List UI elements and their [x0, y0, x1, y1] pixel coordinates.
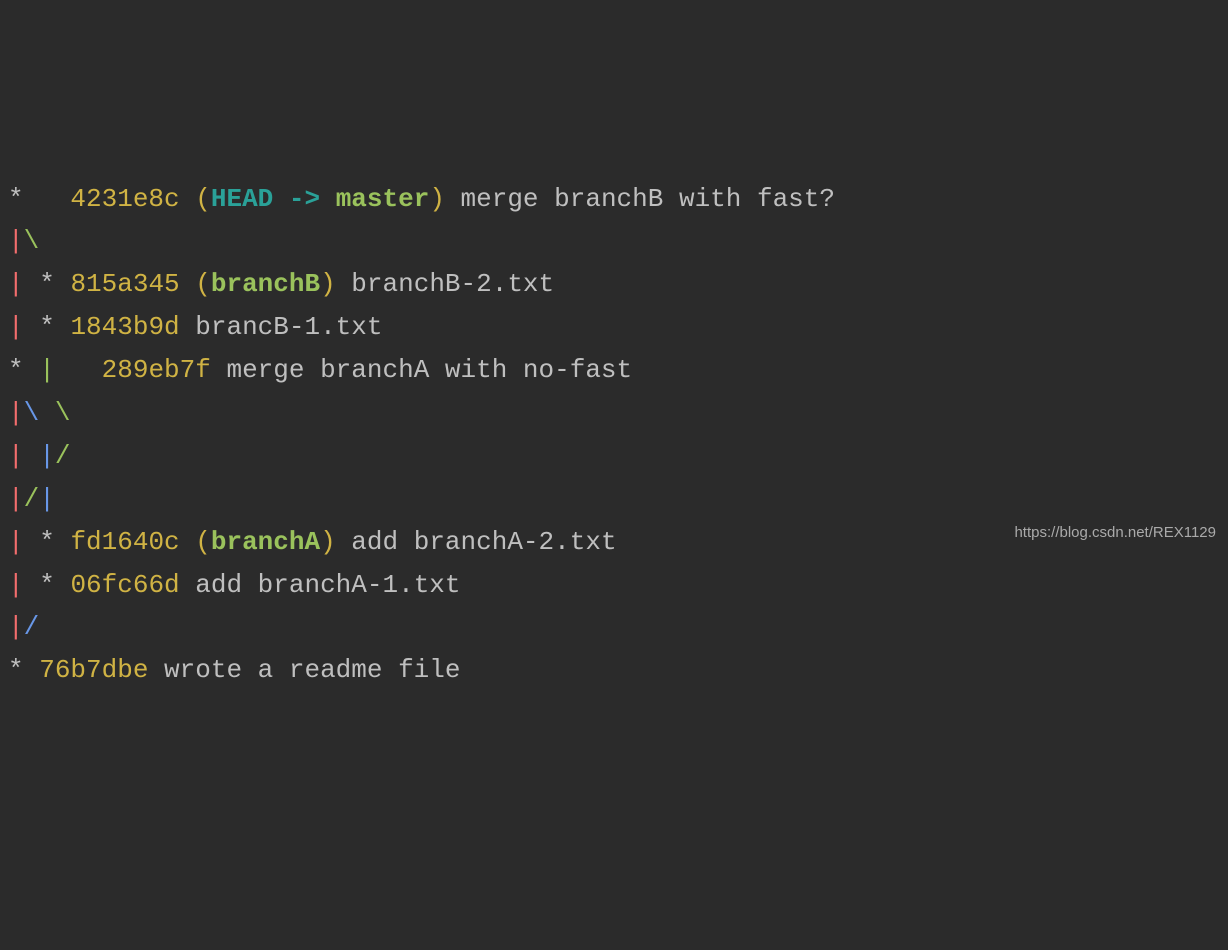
log-line: * 4231e8c (HEAD -> master) merge branchB…: [8, 178, 1228, 221]
log-segment: |: [8, 527, 39, 557]
log-segment: ): [320, 527, 336, 557]
log-line: |\ \: [8, 392, 1228, 435]
log-segment: |: [8, 570, 39, 600]
log-segment: |: [8, 269, 39, 299]
log-line: | * 06fc66d add branchA-1.txt: [8, 564, 1228, 607]
log-segment: /: [55, 441, 71, 471]
log-segment: HEAD ->: [211, 184, 336, 214]
log-segment: 289eb7f: [102, 355, 211, 385]
log-segment: 1843b9d: [70, 312, 179, 342]
log-segment: ): [429, 184, 445, 214]
log-segment: /: [24, 612, 40, 642]
log-segment: wrote a readme file: [148, 655, 460, 685]
log-segment: 4231e8c: [70, 184, 195, 214]
log-segment: |: [8, 612, 24, 642]
log-segment: merge branchB with fast?: [445, 184, 835, 214]
log-segment: 76b7dbe: [39, 655, 148, 685]
log-line: |/|: [8, 478, 1228, 521]
log-segment: branchA: [211, 527, 320, 557]
watermark: https://blog.csdn.net/REX1129: [1014, 521, 1216, 546]
log-line: |/: [8, 606, 1228, 649]
log-segment: \: [24, 226, 40, 256]
log-segment: add branchA-2.txt: [336, 527, 617, 557]
log-segment: *: [8, 184, 70, 214]
log-segment: fd1640c: [70, 527, 195, 557]
log-segment: |: [8, 398, 24, 428]
log-segment: |: [8, 312, 39, 342]
log-segment: (: [195, 184, 211, 214]
log-segment: branchB: [211, 269, 320, 299]
log-segment: *: [39, 312, 70, 342]
log-segment: \: [24, 398, 55, 428]
log-segment: 06fc66d: [70, 570, 179, 600]
log-segment: |: [8, 484, 24, 514]
log-segment: |: [39, 484, 55, 514]
log-segment: master: [336, 184, 430, 214]
log-line: * 76b7dbe wrote a readme file: [8, 649, 1228, 692]
log-segment: \: [55, 398, 71, 428]
log-segment: *: [39, 269, 70, 299]
log-segment: (: [195, 269, 211, 299]
log-segment: /: [24, 484, 40, 514]
log-segment: add branchA-1.txt: [180, 570, 461, 600]
log-segment: |: [39, 355, 101, 385]
log-segment: *: [39, 527, 70, 557]
log-segment: branchB-2.txt: [336, 269, 554, 299]
log-segment: *: [8, 655, 39, 685]
log-line: |\: [8, 220, 1228, 263]
log-line: * | 289eb7f merge branchA with no-fast: [8, 349, 1228, 392]
log-segment: ): [320, 269, 336, 299]
log-line: | * 1843b9d brancB-1.txt: [8, 306, 1228, 349]
log-segment: (: [195, 527, 211, 557]
log-segment: 815a345: [70, 269, 195, 299]
log-segment: brancB-1.txt: [180, 312, 383, 342]
log-line: | |/: [8, 435, 1228, 478]
log-segment: |: [8, 441, 39, 471]
log-segment: |: [39, 441, 55, 471]
log-segment: |: [8, 226, 24, 256]
log-segment: *: [8, 355, 39, 385]
log-segment: *: [39, 570, 70, 600]
git-log-graph: * 4231e8c (HEAD -> master) merge branchB…: [8, 178, 1228, 693]
log-segment: merge branchA with no-fast: [211, 355, 632, 385]
log-line: | * 815a345 (branchB) branchB-2.txt: [8, 263, 1228, 306]
